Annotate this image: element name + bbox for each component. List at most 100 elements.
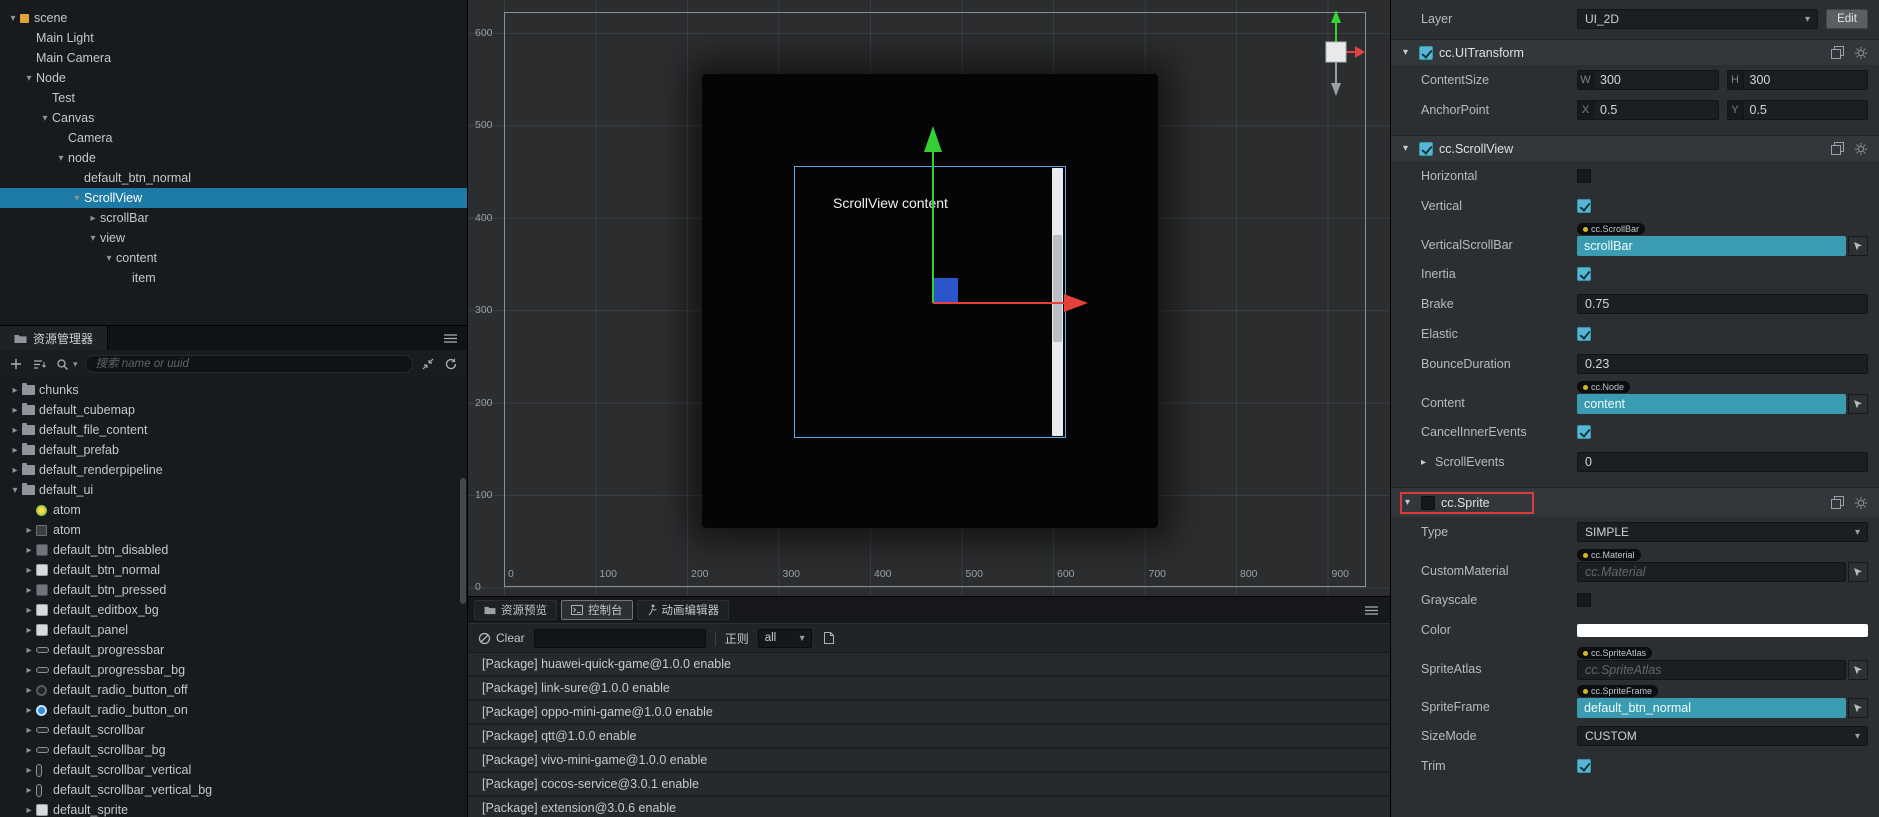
assets-scrollbar[interactable] (460, 478, 466, 604)
collapsed-arrow-icon[interactable]: ▸ (22, 545, 36, 556)
content-ref-field[interactable]: content (1577, 394, 1846, 414)
asset-item-atom[interactable]: ▸ atom (0, 520, 467, 540)
custommaterial-ref-field[interactable]: cc.Material (1577, 562, 1846, 582)
hierarchy-item-scene[interactable]: ▾ scene (0, 8, 467, 28)
expanded-arrow-icon[interactable]: ▾ (38, 113, 52, 124)
collapsed-arrow-icon[interactable]: ▸ (22, 625, 36, 636)
collapsed-arrow-icon[interactable]: ▸ (22, 685, 36, 696)
hierarchy-item-scrollbar[interactable]: ▸ scrollBar (0, 208, 467, 228)
refresh-button[interactable] (443, 356, 459, 372)
horizontal-checkbox[interactable] (1577, 169, 1591, 183)
asset-item-default-sprite[interactable]: ▸ default_sprite (0, 800, 467, 817)
gizmo-down-arrowhead[interactable] (1331, 83, 1341, 96)
collapsed-arrow-icon[interactable]: ▸ (22, 585, 36, 596)
collapsed-arrow-icon[interactable]: ▸ (22, 705, 36, 716)
search-icon[interactable] (54, 356, 70, 372)
transform-gizmo[interactable] (468, 0, 1390, 596)
trim-checkbox[interactable] (1577, 759, 1591, 773)
grayscale-checkbox[interactable] (1577, 593, 1591, 607)
hierarchy-item-node[interactable]: ▾ Node (0, 68, 467, 88)
gizmo-up-arrowhead[interactable] (1331, 10, 1341, 23)
collapsed-arrow-icon[interactable]: ▸ (22, 785, 36, 796)
collapsed-arrow-icon[interactable]: ▸ (22, 665, 36, 676)
search-filter-caret-icon[interactable]: ▾ (73, 359, 78, 370)
collapsed-arrow-icon[interactable]: ▸ (22, 725, 36, 736)
hierarchy-item-main-light[interactable]: Main Light (0, 28, 467, 48)
hierarchy-item-main-camera[interactable]: Main Camera (0, 48, 467, 68)
clear-console-button[interactable]: Clear (478, 631, 525, 645)
expand-arrow-icon[interactable]: ▾ (1403, 47, 1413, 58)
log-row[interactable]: [Package] huawei-quick-game@1.0.0 enable (468, 653, 1390, 677)
collapsed-arrow-icon[interactable]: ▸ (8, 465, 22, 476)
collapsed-arrow-icon[interactable]: ▸ (22, 645, 36, 656)
collapsed-arrow-icon[interactable]: ▸ (22, 565, 36, 576)
tab-animation-editor[interactable]: 动画编辑器 (636, 600, 729, 620)
hierarchy-item-test[interactable]: Test (0, 88, 467, 108)
scrollview-enabled-checkbox[interactable] (1419, 141, 1433, 156)
x-axis-arrowhead[interactable] (1064, 294, 1088, 312)
asset-item-default-prefab[interactable]: ▸ default_prefab (0, 440, 467, 460)
expanded-arrow-icon[interactable]: ▾ (8, 485, 22, 496)
layer-select[interactable]: UI_2D ▾ (1577, 9, 1818, 29)
asset-item-chunks[interactable]: ▸ chunks (0, 380, 467, 400)
expanded-arrow-icon[interactable]: ▾ (86, 233, 100, 244)
asset-item-default-panel[interactable]: ▸ default_panel (0, 620, 467, 640)
scrollevents-count-field[interactable]: 0 (1577, 452, 1868, 472)
expanded-arrow-icon[interactable]: ▾ (102, 253, 116, 264)
asset-item-default-scrollbar-vertical[interactable]: ▸ default_scrollbar_vertical (0, 760, 467, 780)
collapsed-arrow-icon[interactable]: ▸ (8, 385, 22, 396)
tab-asset-preview[interactable]: 资源预览 (474, 600, 557, 620)
asset-item-default-renderpipeline[interactable]: ▸ default_renderpipeline (0, 460, 467, 480)
gizmo-right-arrowhead[interactable] (1355, 46, 1365, 58)
asset-item-default-editbox-bg[interactable]: ▸ default_editbox_bg (0, 600, 467, 620)
docs-icon[interactable] (1831, 142, 1844, 155)
elastic-checkbox[interactable] (1577, 327, 1591, 341)
docs-icon[interactable] (1831, 496, 1844, 509)
vertical-scrollbar-ref-field[interactable]: scrollBar (1577, 236, 1846, 256)
hierarchy-item-item[interactable]: item (0, 268, 467, 288)
asset-item-default-ui[interactable]: ▾ default_ui (0, 480, 467, 500)
pick-node-button[interactable] (1848, 236, 1868, 256)
collapse-all-button[interactable] (420, 356, 436, 372)
asset-item-default-btn-normal[interactable]: ▸ default_btn_normal (0, 560, 467, 580)
collapsed-arrow-icon[interactable]: ▸ (22, 745, 36, 756)
asset-item-default-progressbar[interactable]: ▸ default_progressbar (0, 640, 467, 660)
anchor-handle[interactable] (933, 278, 958, 303)
console-menu-icon[interactable] (1365, 605, 1378, 615)
scene-view[interactable]: ScrollView content 600 500 400 300 200 1… (468, 0, 1390, 596)
docs-icon[interactable] (1831, 46, 1844, 59)
vertical-checkbox[interactable] (1577, 199, 1591, 213)
hierarchy-item-content[interactable]: ▾ content (0, 248, 467, 268)
collapsed-arrow-icon[interactable]: ▸ (22, 765, 36, 776)
asset-search-input[interactable] (84, 355, 413, 373)
asset-item-default-scrollbar[interactable]: ▸ default_scrollbar (0, 720, 467, 740)
collapsed-arrow-icon[interactable]: ▸ (8, 425, 22, 436)
expanded-arrow-icon[interactable]: ▾ (54, 153, 68, 164)
hierarchy-item-canvas[interactable]: ▾ Canvas (0, 108, 467, 128)
asset-item-default-btn-pressed[interactable]: ▸ default_btn_pressed (0, 580, 467, 600)
pick-asset-button[interactable] (1848, 698, 1868, 718)
asset-item-default-radio-button-on[interactable]: ▸ default_radio_button_on (0, 700, 467, 720)
spriteframe-ref-field[interactable]: default_btn_normal (1577, 698, 1846, 718)
add-asset-button[interactable] (8, 356, 24, 372)
view-orientation-gizmo[interactable] (1306, 8, 1366, 100)
layer-edit-button[interactable]: Edit (1826, 9, 1868, 29)
sizemode-select[interactable]: CUSTOM ▾ (1577, 726, 1868, 746)
y-axis-arrowhead[interactable] (924, 126, 942, 152)
collapsed-arrow-icon[interactable]: ▸ (8, 405, 22, 416)
pick-asset-button[interactable] (1848, 660, 1868, 680)
console-filter-input[interactable] (533, 628, 706, 648)
tab-console[interactable]: 控制台 (561, 600, 633, 620)
pick-asset-button[interactable] (1848, 562, 1868, 582)
collapsed-arrow-icon[interactable]: ▸ (1421, 457, 1431, 468)
collapsed-arrow-icon[interactable]: ▸ (8, 445, 22, 456)
asset-item-default-cubemap[interactable]: ▸ default_cubemap (0, 400, 467, 420)
gear-icon[interactable] (1854, 142, 1868, 156)
gear-icon[interactable] (1854, 496, 1868, 510)
expanded-arrow-icon[interactable]: ▾ (6, 13, 20, 24)
asset-item-default-scrollbar-bg[interactable]: ▸ default_scrollbar_bg (0, 740, 467, 760)
log-level-select[interactable]: all ▾ (757, 628, 812, 648)
export-log-button[interactable] (821, 630, 837, 646)
hierarchy-item-default-btn-normal[interactable]: default_btn_normal (0, 168, 467, 188)
log-row[interactable]: [Package] extension@3.0.6 enable (468, 797, 1390, 817)
